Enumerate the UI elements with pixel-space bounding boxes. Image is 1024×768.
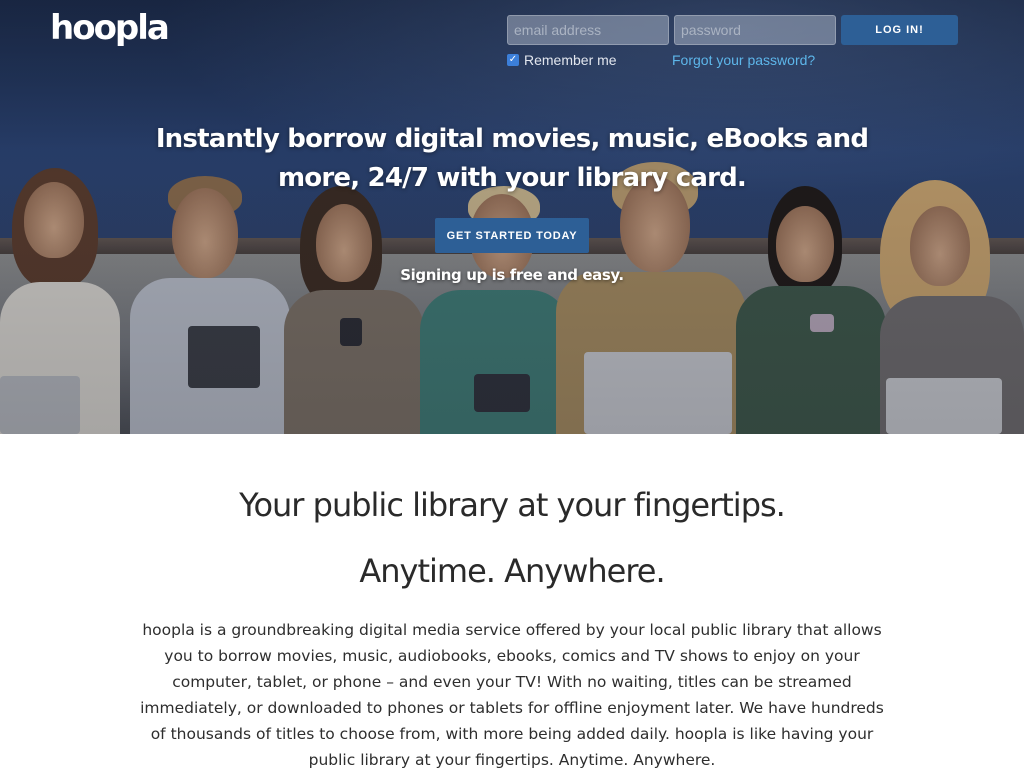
email-input[interactable] bbox=[507, 15, 669, 45]
password-input[interactable] bbox=[674, 15, 836, 45]
hoopla-logo[interactable]: hoopla bbox=[50, 8, 170, 48]
hero-headline: Instantly borrow digital movies, music, … bbox=[155, 124, 869, 193]
service-description: hoopla is a groundbreaking digital media… bbox=[140, 621, 884, 768]
section-subtitle: Anytime. Anywhere. bbox=[359, 552, 665, 590]
remember-me[interactable]: ✓ Remember me bbox=[507, 52, 617, 68]
remember-label: Remember me bbox=[524, 52, 617, 68]
remember-checkbox[interactable]: ✓ bbox=[507, 54, 519, 66]
section-title: Your public library at your fingertips. bbox=[239, 486, 786, 524]
cta-subtext: Signing up is free and easy. bbox=[400, 266, 624, 284]
login-button[interactable]: LOG IN! bbox=[841, 15, 958, 45]
forgot-password-link[interactable]: Forgot your password? bbox=[672, 52, 815, 68]
get-started-button[interactable]: GET STARTED TODAY bbox=[435, 218, 589, 253]
